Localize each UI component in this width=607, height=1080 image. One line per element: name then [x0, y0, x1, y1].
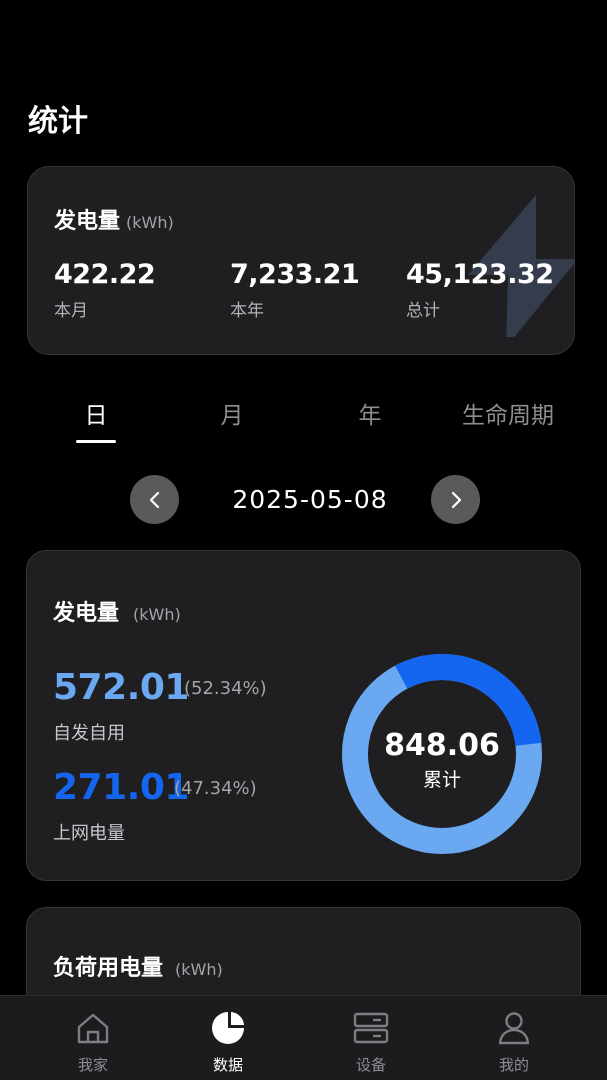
chevron-right-icon: [451, 491, 461, 508]
stat-total-value: 45,123.32: [406, 259, 554, 290]
nav-devices[interactable]: 设备: [311, 996, 431, 1080]
nav-home[interactable]: 我家: [33, 996, 153, 1080]
load-title: 负荷用电量: [53, 956, 164, 981]
grid-percent: (47.34%): [174, 778, 257, 799]
summary-heading: 发电量 (kWh): [54, 203, 174, 235]
self-use-value: 572.01: [53, 667, 189, 708]
generation-unit: (kWh): [133, 605, 181, 624]
generation-card: 发电量 (kWh) 572.01 (52.34%) 自发自用 271.01 (47…: [26, 550, 581, 881]
stat-year: 7,233.21 本年: [230, 259, 360, 321]
home-icon: [77, 1013, 109, 1044]
total-label: 累计: [422, 769, 461, 791]
nav-data[interactable]: 数据: [168, 996, 288, 1080]
stat-month-value: 422.22: [54, 259, 156, 290]
self-use-percent: (52.34%): [184, 678, 267, 699]
grid-label: 上网电量: [53, 823, 125, 844]
stat-month-label: 本月: [54, 301, 88, 321]
prev-date-button[interactable]: [130, 475, 179, 524]
pie-chart-icon: [212, 1012, 244, 1044]
stat-total-label: 总计: [406, 301, 440, 321]
nav-data-label: 数据: [212, 1056, 243, 1074]
tab-month[interactable]: 月: [162, 396, 302, 430]
generation-title: 发电量: [53, 601, 120, 626]
self-use-label: 自发自用: [53, 723, 125, 744]
generation-summary-card: 发电量 (kWh) 422.22 本月 7,233.21 本年 45,123.32…: [27, 166, 575, 355]
bottom-nav: 我家 数据 设备 我的: [0, 995, 607, 1080]
chevron-left-icon: [149, 491, 159, 508]
tab-lifecycle[interactable]: 生命周期: [438, 396, 578, 430]
donut-center: 848.06 累计: [341, 728, 543, 792]
summary-title: 发电量: [54, 209, 121, 234]
generation-heading: 发电量 (kWh): [53, 595, 181, 627]
period-tabs: 日 月 年 生命周期: [0, 396, 607, 446]
nav-profile-label: 我的: [498, 1056, 529, 1074]
load-unit: (kWh): [175, 960, 223, 979]
page-title: 统计: [28, 104, 88, 139]
stat-year-value: 7,233.21: [230, 259, 360, 290]
stat-total: 45,123.32 总计: [406, 259, 554, 321]
tab-year[interactable]: 年: [300, 396, 440, 430]
active-tab-indicator: [76, 440, 116, 443]
grid-value: 271.01: [53, 767, 189, 808]
nav-profile[interactable]: 我的: [454, 996, 574, 1080]
nav-home-label: 我家: [77, 1056, 108, 1074]
load-heading: 负荷用电量 (kWh): [53, 950, 223, 982]
tab-day[interactable]: 日: [26, 396, 166, 430]
user-icon: [498, 1012, 530, 1045]
nav-devices-label: 设备: [355, 1056, 386, 1074]
date-navigator: 2025-05-08: [0, 475, 607, 525]
summary-unit: (kWh): [126, 213, 174, 232]
date-label[interactable]: 2025-05-08: [200, 485, 420, 514]
stat-year-label: 本年: [230, 301, 264, 321]
total-value: 848.06: [384, 728, 500, 763]
stat-month: 422.22 本月: [54, 259, 156, 321]
next-date-button[interactable]: [431, 475, 480, 524]
device-server-icon: [353, 1012, 389, 1044]
